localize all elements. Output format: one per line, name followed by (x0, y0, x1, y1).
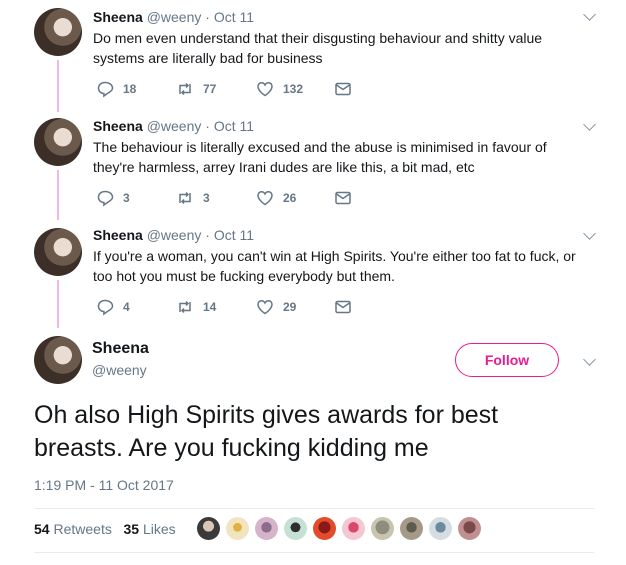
thread-line (57, 280, 59, 328)
retweet-button[interactable]: 3 (176, 189, 210, 207)
likes-label[interactable]: Likes (143, 521, 176, 537)
reply-icon (97, 81, 114, 98)
reply-count: 4 (123, 300, 130, 314)
retweet-count: 3 (203, 191, 210, 205)
retweet-button[interactable]: 77 (176, 80, 216, 98)
reply-count: 18 (123, 82, 137, 96)
chevron-down-icon[interactable] (583, 118, 596, 131)
reply-icon (97, 299, 114, 316)
envelope-icon (335, 82, 351, 96)
tweet-text: Do men even understand that their disgus… (93, 30, 543, 66)
reply-button[interactable]: 4 (96, 298, 130, 316)
heart-icon (257, 300, 273, 315)
main-display-name[interactable]: Sheena (92, 340, 149, 358)
thread-line (57, 170, 59, 220)
like-button[interactable]: 26 (256, 189, 296, 207)
reply-count: 3 (123, 191, 130, 205)
retweet-icon (179, 191, 191, 205)
liker-avatar[interactable] (400, 517, 423, 540)
like-button[interactable]: 29 (256, 298, 296, 316)
divider (34, 508, 594, 509)
envelope-icon (335, 191, 351, 205)
tweet-date[interactable]: Oct 11 (214, 118, 254, 134)
avatar[interactable] (34, 8, 82, 56)
retweets-label[interactable]: Retweets (53, 521, 111, 537)
avatar[interactable] (34, 228, 82, 276)
heart-icon (257, 82, 273, 97)
chevron-down-icon[interactable] (583, 353, 596, 366)
liker-avatar[interactable] (255, 517, 278, 540)
liker-avatar[interactable] (313, 517, 336, 540)
likes-count[interactable]: 35 (124, 521, 140, 537)
display-name[interactable]: Sheena (93, 118, 143, 134)
liker-avatar[interactable] (284, 517, 307, 540)
like-count: 26 (283, 191, 297, 205)
handle[interactable]: @weeny (147, 118, 202, 134)
dm-button[interactable] (334, 80, 352, 98)
liker-avatar[interactable] (197, 517, 220, 540)
handle[interactable]: @weeny (147, 227, 202, 243)
tweet-header: Sheena @weeny · Oct 11 (93, 9, 255, 25)
retweet-count: 77 (203, 82, 217, 96)
tweet-header: Sheena @weeny · Oct 11 (93, 118, 255, 134)
display-name[interactable]: Sheena (93, 9, 143, 25)
engagement-stats: 54 Retweets 35 Likes (34, 521, 176, 537)
liker-avatar[interactable] (342, 517, 365, 540)
retweets-count[interactable]: 54 (34, 521, 50, 537)
thread-line (57, 60, 59, 112)
liker-avatar[interactable] (458, 517, 481, 540)
tweet-text: The behaviour is literally excused and t… (93, 139, 547, 175)
tweet-date[interactable]: Oct 11 (214, 9, 254, 25)
tweet-date[interactable]: Oct 11 (214, 227, 254, 243)
envelope-icon (335, 300, 351, 314)
handle[interactable]: @weeny (147, 9, 202, 25)
retweet-icon (179, 82, 191, 96)
reply-button[interactable]: 18 (96, 80, 136, 98)
liker-avatar[interactable] (371, 517, 394, 540)
follow-button[interactable]: Follow (455, 343, 559, 377)
retweet-icon (179, 300, 191, 314)
tweet-header: Sheena @weeny · Oct 11 (93, 227, 255, 243)
heart-icon (257, 191, 273, 206)
like-count: 132 (283, 82, 304, 96)
avatar[interactable] (34, 118, 82, 166)
retweet-button[interactable]: 14 (176, 298, 216, 316)
reply-button[interactable]: 3 (96, 189, 130, 207)
divider (34, 552, 594, 553)
chevron-down-icon[interactable] (583, 8, 596, 21)
chevron-down-icon[interactable] (583, 227, 596, 240)
main-avatar[interactable] (34, 336, 82, 384)
dm-button[interactable] (334, 189, 352, 207)
tweet-text: If you're a woman, you can't win at High… (93, 248, 576, 284)
like-button[interactable]: 132 (256, 80, 303, 98)
liker-avatar[interactable] (226, 517, 249, 540)
like-count: 29 (283, 300, 297, 314)
liker-avatars (197, 517, 487, 540)
main-handle[interactable]: @weeny (92, 362, 147, 378)
tweet-timestamp[interactable]: 1:19 PM - 11 Oct 2017 (34, 477, 174, 493)
dm-button[interactable] (334, 298, 352, 316)
retweet-count: 14 (203, 300, 217, 314)
liker-avatar[interactable] (429, 517, 452, 540)
reply-icon (97, 190, 114, 207)
main-tweet-text: Oh also High Spirits gives awards for be… (34, 401, 499, 462)
display-name[interactable]: Sheena (93, 227, 143, 243)
